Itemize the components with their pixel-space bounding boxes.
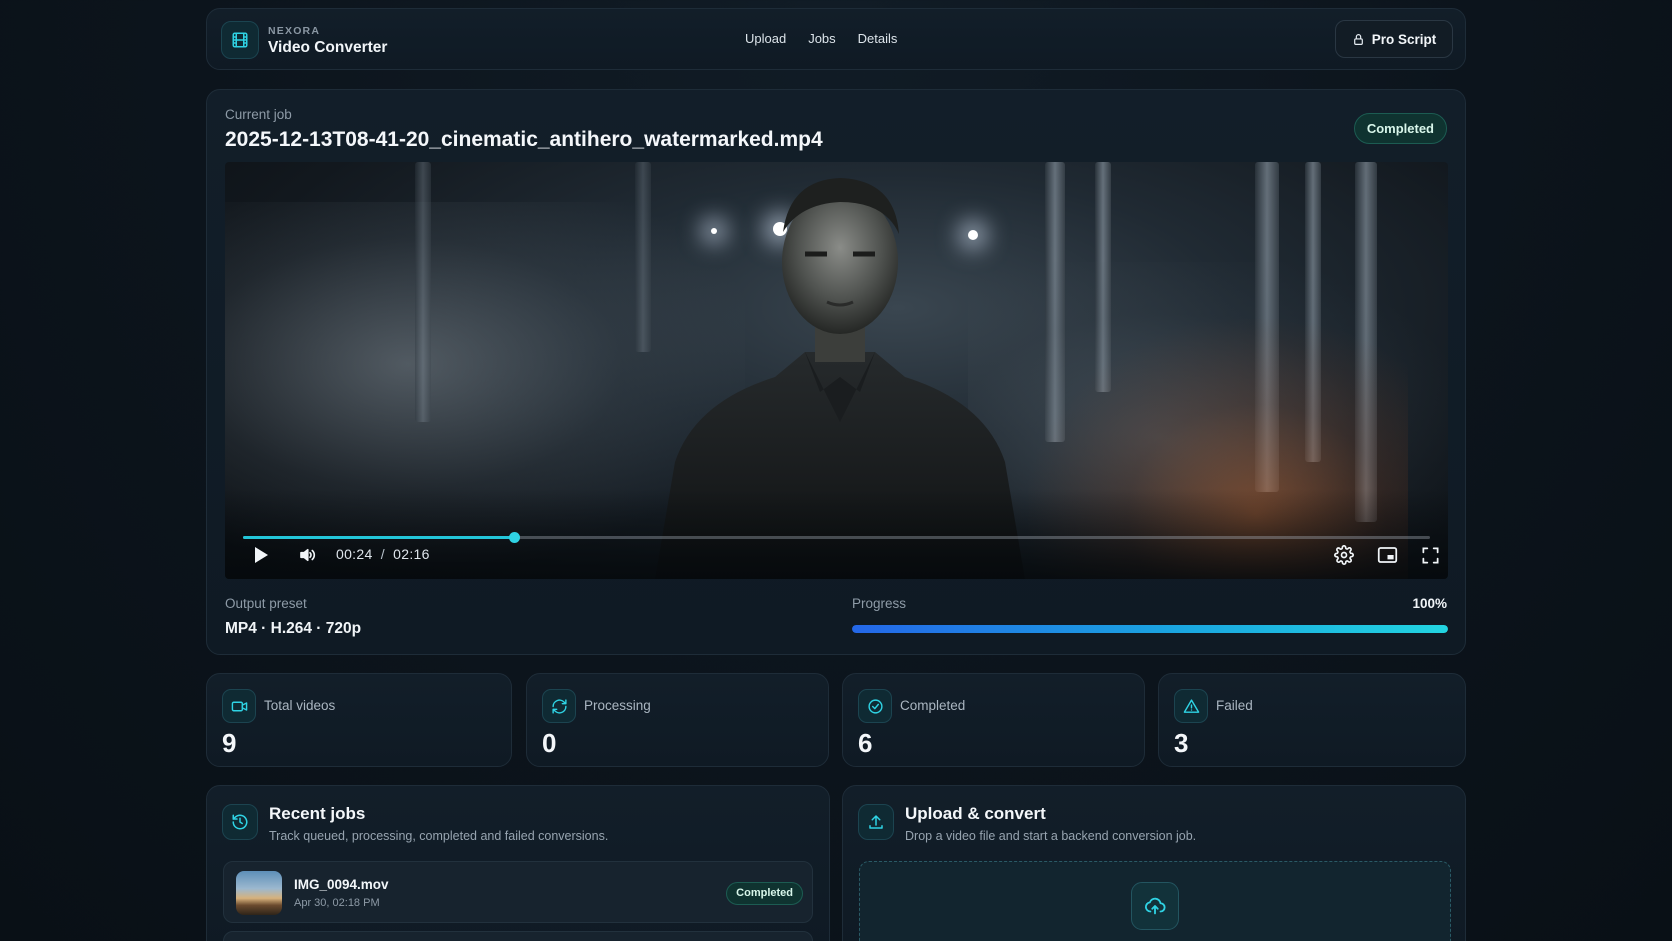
- time-display: 00:24 / 02:16: [336, 546, 430, 562]
- stat-completed: Completed 6: [842, 673, 1145, 767]
- stat-value: 9: [222, 728, 237, 758]
- volume-icon: [300, 548, 316, 562]
- recent-jobs-title: Recent jobs: [269, 804, 366, 823]
- status-badge: Completed: [1353, 113, 1447, 144]
- list-item[interactable]: IMG_0094.mov Apr 30, 02:18 PM Completed: [223, 861, 813, 923]
- pro-script-label: Pro Script: [1371, 31, 1437, 47]
- cloud-upload-icon[interactable]: [1131, 882, 1179, 930]
- stat-label: Processing: [584, 698, 651, 713]
- stat-processing: Processing 0: [526, 673, 829, 767]
- progress-bar: [852, 625, 1448, 633]
- current-job-label: Current job: [225, 107, 292, 122]
- upload-subtitle: Drop a video file and start a backend co…: [905, 829, 1197, 843]
- list-item[interactable]: [223, 931, 813, 941]
- stat-value: 0: [542, 728, 557, 758]
- output-preset-label: Output preset: [225, 596, 307, 611]
- pro-script-button[interactable]: Pro Script: [1335, 20, 1453, 58]
- output-preset-value: MP4 · H.264 · 720p: [225, 620, 362, 637]
- recent-jobs-subtitle: Track queued, processing, completed and …: [269, 829, 609, 843]
- job-date: Apr 30, 02:18 PM: [294, 897, 380, 909]
- progress-label: Progress: [852, 596, 907, 611]
- current-job-card: Current job 2025-12-13T08-41-20_cinemati…: [206, 89, 1466, 655]
- stat-label: Failed: [1216, 698, 1253, 713]
- job-name: IMG_0094.mov: [294, 877, 389, 892]
- settings-button[interactable]: [1334, 544, 1354, 566]
- seek-progress: [243, 536, 514, 539]
- stat-label: Completed: [900, 698, 966, 713]
- gear-icon: [1334, 545, 1354, 565]
- picture-in-picture-button[interactable]: [1377, 544, 1398, 566]
- file-dropzone[interactable]: [859, 861, 1451, 941]
- film-icon: [221, 21, 259, 59]
- progress-fill: [852, 625, 1448, 633]
- nav-upload[interactable]: Upload: [745, 31, 786, 46]
- stat-label: Total videos: [264, 698, 336, 713]
- progress-percent: 100%: [1412, 596, 1447, 611]
- nav-details[interactable]: Details: [858, 31, 898, 46]
- recent-jobs-card: Recent jobs Track queued, processing, co…: [206, 785, 830, 941]
- nav-jobs[interactable]: Jobs: [808, 31, 835, 46]
- current-time: 00:24: [336, 546, 373, 562]
- stat-failed: Failed 3: [1158, 673, 1466, 767]
- top-header: NEXORA Video Converter Upload Jobs Detai…: [206, 8, 1466, 70]
- video-camera-icon: [222, 689, 256, 723]
- upload-convert-card: Upload & convert Drop a video file and s…: [842, 785, 1466, 941]
- seek-bar[interactable]: [243, 532, 1430, 543]
- status-badge: Completed: [726, 882, 803, 905]
- time-separator: /: [380, 546, 385, 562]
- play-icon: [255, 547, 268, 563]
- lock-icon: [1353, 33, 1363, 45]
- volume-button[interactable]: [297, 544, 317, 566]
- play-button[interactable]: [253, 544, 269, 566]
- check-circle-icon: [858, 689, 892, 723]
- video-player[interactable]: 00:24 / 02:16: [225, 162, 1448, 579]
- stat-value: 3: [1174, 728, 1189, 758]
- app-title: Video Converter: [268, 39, 388, 56]
- stat-total-videos: Total videos 9: [206, 673, 512, 767]
- video-thumbnail: [236, 871, 282, 915]
- upload-title: Upload & convert: [905, 804, 1046, 823]
- brand-name: NEXORA: [268, 25, 321, 37]
- history-icon: [222, 804, 258, 840]
- picture-in-picture-icon: [1377, 547, 1398, 563]
- seek-handle[interactable]: [508, 532, 520, 543]
- stat-value: 6: [858, 728, 873, 758]
- refresh-icon: [542, 689, 576, 723]
- job-filename: 2025-12-13T08-41-20_cinematic_antihero_w…: [225, 128, 823, 151]
- duration: 02:16: [393, 546, 430, 562]
- fullscreen-icon: [1422, 547, 1439, 563]
- upload-icon: [858, 804, 894, 840]
- fullscreen-button[interactable]: [1421, 544, 1440, 566]
- main-nav: Upload Jobs Details: [745, 31, 897, 46]
- warning-triangle-icon: [1174, 689, 1208, 723]
